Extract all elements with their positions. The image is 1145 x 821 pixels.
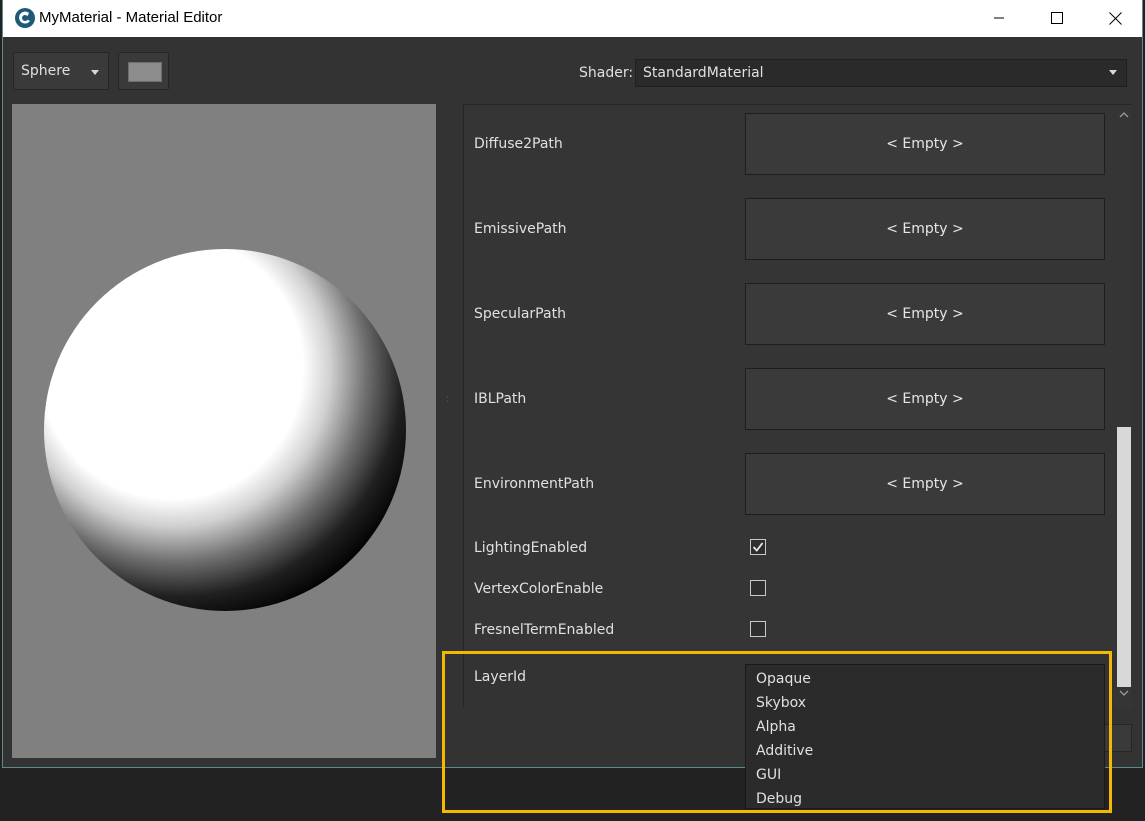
close-icon — [1108, 11, 1122, 25]
maximize-button[interactable] — [1028, 0, 1086, 36]
emissivepath-field[interactable]: < Empty > — [745, 198, 1105, 260]
chevron-down-icon — [1109, 70, 1117, 75]
prop-label-lightingenabled: LightingEnabled — [474, 540, 588, 556]
highlight-annotation-box — [442, 651, 1112, 813]
lightingenabled-checkbox[interactable] — [750, 539, 766, 555]
color-swatch — [128, 62, 162, 82]
prop-label-environmentpath: EnvironmentPath — [474, 476, 595, 492]
minimize-icon — [994, 17, 1004, 19]
specularpath-field[interactable]: < Empty > — [745, 283, 1105, 345]
shader-label: Shader: — [579, 65, 634, 81]
material-preview[interactable] — [12, 104, 436, 758]
maximize-icon — [1051, 12, 1063, 24]
fresneltermenabled-checkbox[interactable] — [750, 621, 766, 637]
prop-label-emissivepath: EmissivePath — [474, 221, 567, 237]
sphere-preview — [44, 249, 406, 611]
minimize-button[interactable] — [970, 0, 1028, 36]
environmentpath-field[interactable]: < Empty > — [745, 453, 1105, 515]
diffuse2path-field[interactable]: < Empty > — [745, 113, 1105, 175]
scroll-up-icon[interactable] — [1119, 111, 1129, 118]
prop-label-fresneltermenabled: FresnelTermEnabled — [474, 622, 615, 638]
prop-label-iblpath: IBLPath — [474, 391, 527, 407]
prop-label-diffuse2path: Diffuse2Path — [474, 136, 563, 152]
scrollbar-thumb[interactable] — [1117, 427, 1131, 687]
iblpath-field[interactable]: < Empty > — [745, 368, 1105, 430]
prop-label-specularpath: SpecularPath — [474, 306, 566, 322]
vertexcolorenable-checkbox[interactable] — [750, 580, 766, 596]
scroll-down-icon[interactable] — [1119, 690, 1129, 697]
close-button[interactable] — [1086, 0, 1144, 36]
shader-select-value: StandardMaterial — [643, 65, 764, 81]
app-logo-icon — [14, 7, 36, 29]
chevron-down-icon — [91, 70, 99, 75]
mesh-select-value: Sphere — [21, 63, 71, 79]
title-bar: MyMaterial - Material Editor — [3, 0, 1142, 37]
splitter-handle[interactable]: · · — [446, 394, 449, 407]
checkmark-icon — [752, 542, 764, 552]
window-title: MyMaterial - Material Editor — [39, 9, 223, 26]
shader-select[interactable]: StandardMaterial — [635, 59, 1127, 87]
prop-label-vertexcolorenable: VertexColorEnable — [474, 581, 604, 597]
mesh-select[interactable]: Sphere — [13, 52, 109, 90]
background-color-button[interactable] — [118, 52, 169, 90]
